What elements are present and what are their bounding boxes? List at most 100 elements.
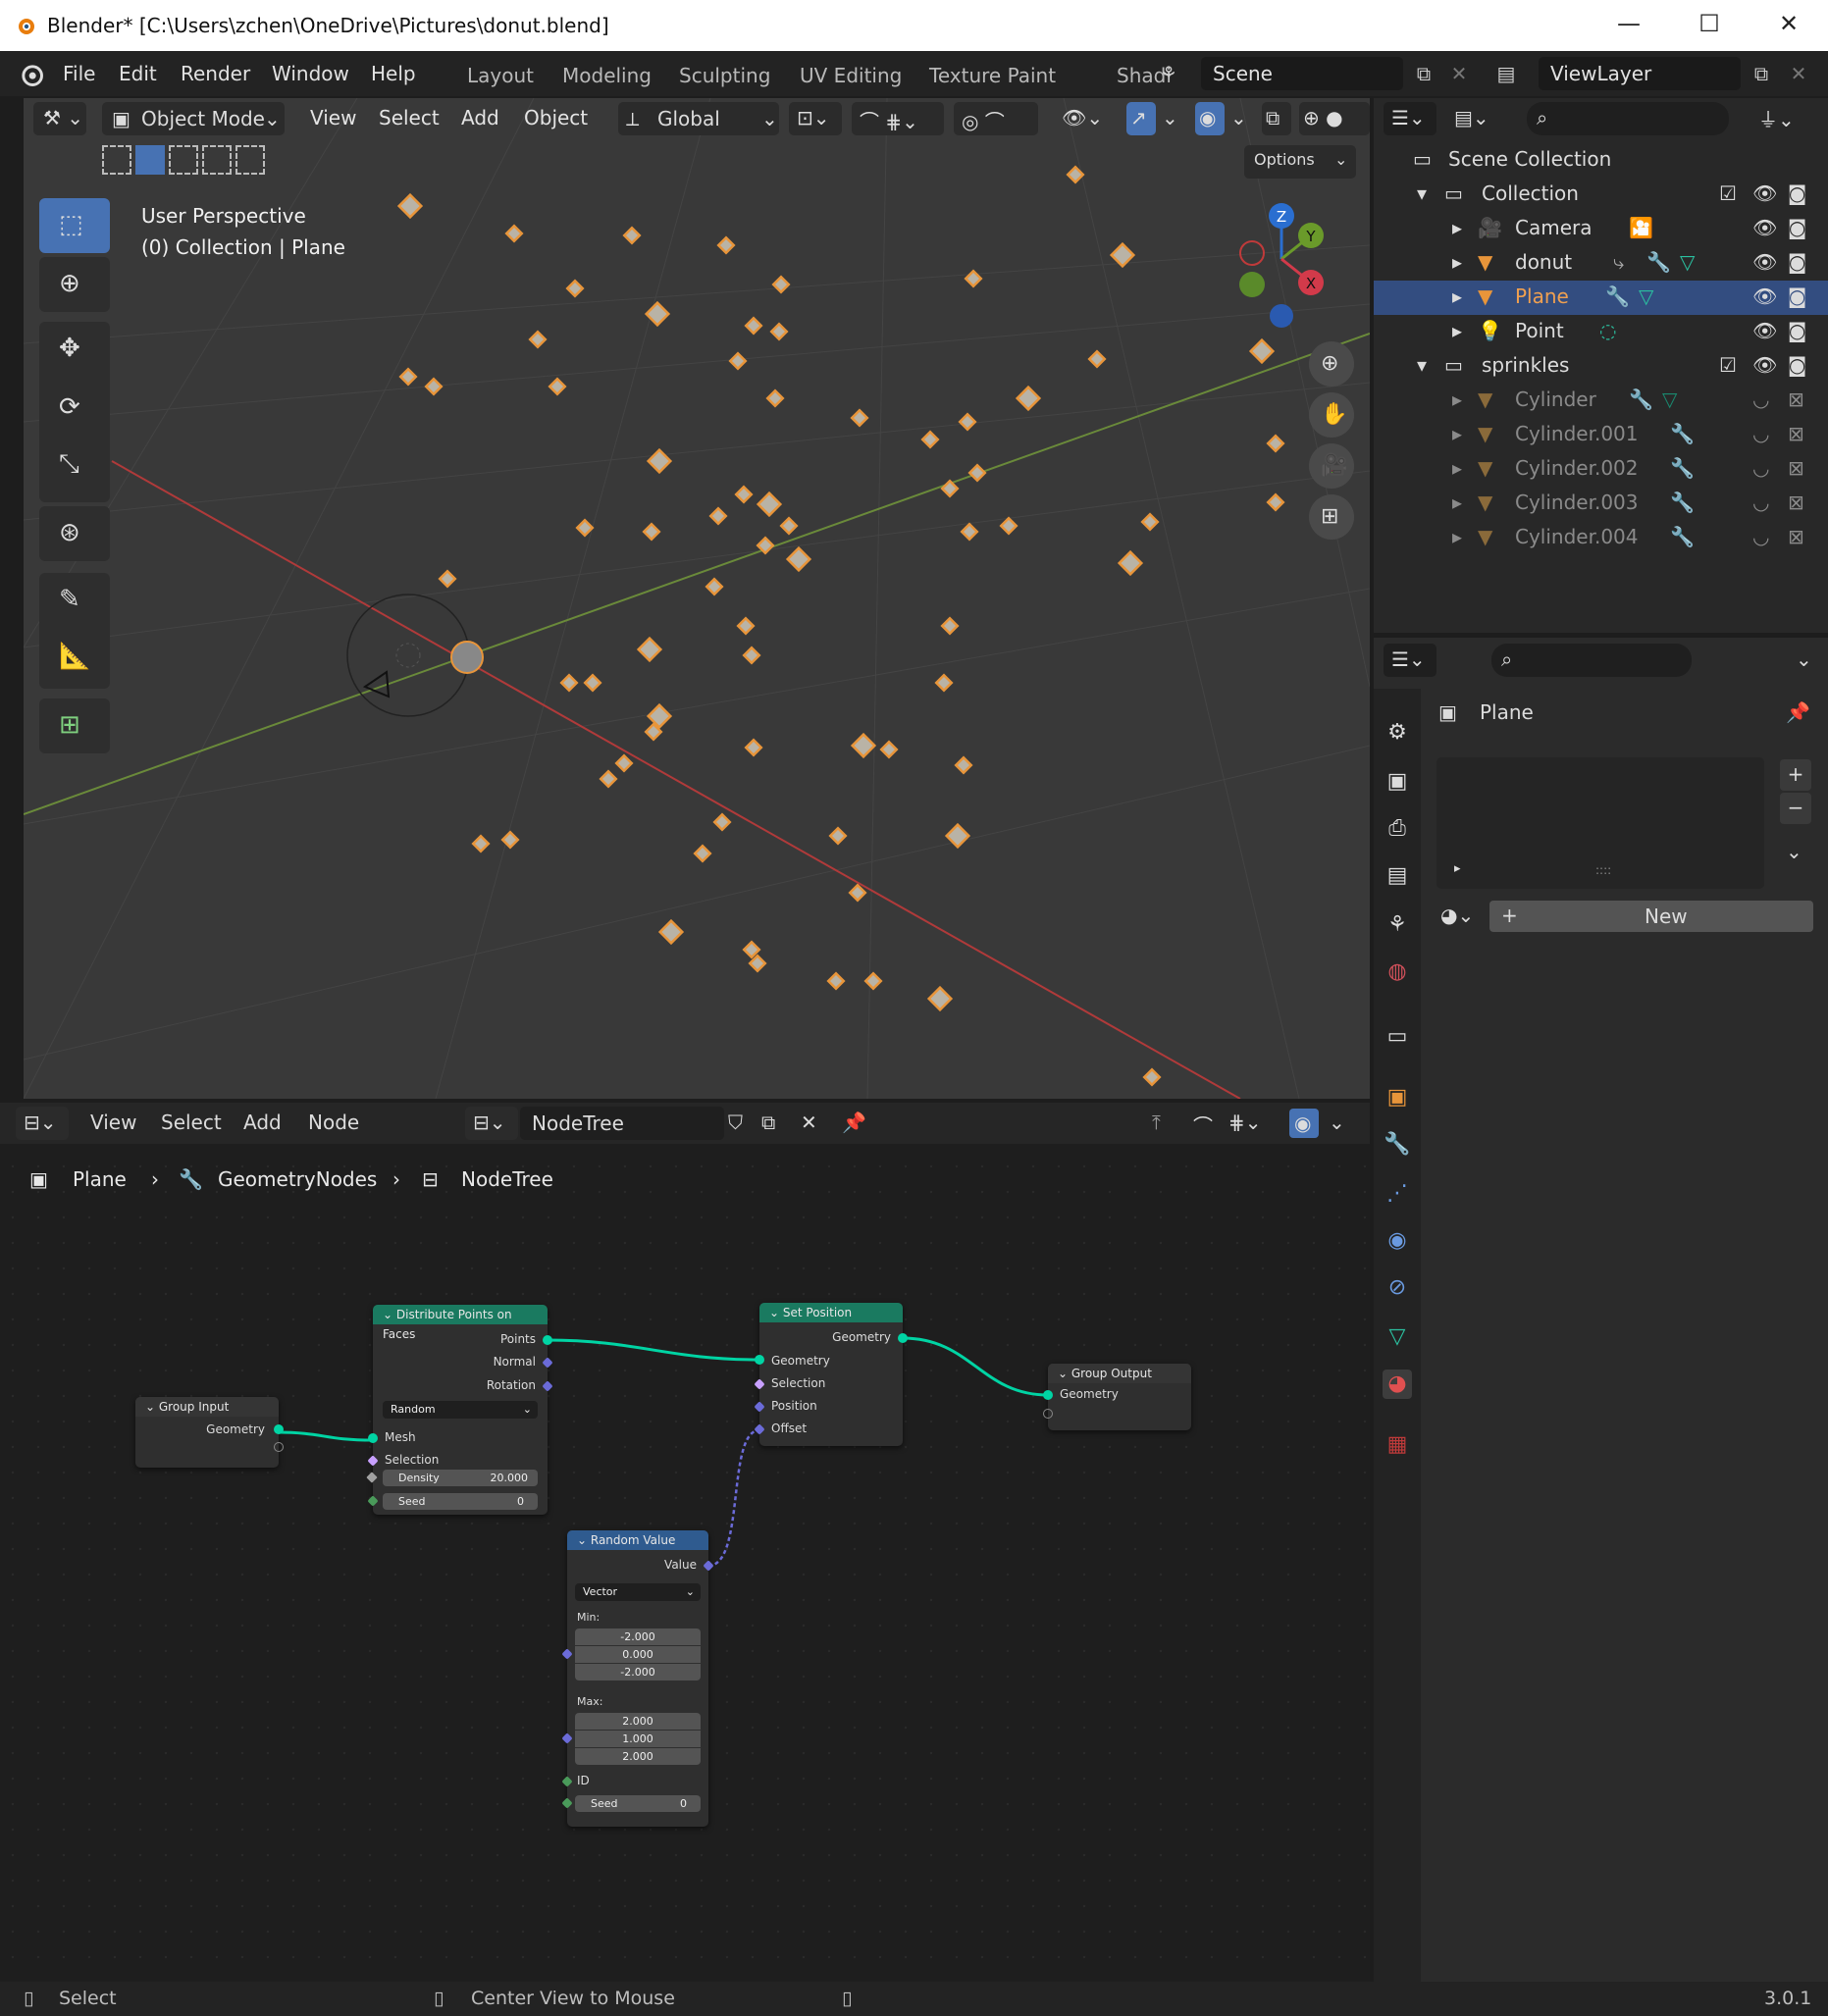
output-tab-icon[interactable]: ⎙ <box>1383 814 1412 844</box>
node-distribute-points[interactable]: ⌄ Distribute Points on Faces Points Norm… <box>366 1305 553 1515</box>
viewport-menu-select[interactable]: Select <box>379 106 440 129</box>
outliner-row-collection[interactable]: ▾ ▭ Collection ☑ 👁 ◙ <box>1374 178 1828 212</box>
tab-layout[interactable]: Layout <box>467 64 534 87</box>
gizmo-toggle-button[interactable]: ↗ <box>1126 102 1156 135</box>
texture-tab-icon[interactable]: ▦ <box>1383 1430 1412 1460</box>
outliner-row-cylinder-003[interactable]: ▸ ▼ Cylinder.003 🔧 ◡ ⊠ <box>1374 487 1828 521</box>
outliner-editor-type[interactable]: ☰⌄ <box>1384 102 1436 135</box>
options-dropdown[interactable]: Options ⌄ <box>1244 145 1356 179</box>
expand-icon[interactable]: ▸ <box>1452 388 1462 411</box>
perspective-toggle-icon[interactable]: ⊞ <box>1309 494 1354 540</box>
delete-view-layer-icon[interactable]: ✕ <box>1784 59 1813 88</box>
outliner-row-cylinder-001[interactable]: ▸ ▼ Cylinder.001 🔧 ◡ ⊠ <box>1374 418 1828 452</box>
expand-icon[interactable]: ▸ <box>1452 319 1462 342</box>
min-y-field[interactable]: 0.000 <box>575 1646 701 1663</box>
rotate-tool-icon[interactable]: ⟳ <box>59 392 80 422</box>
menu-file[interactable]: File <box>63 62 95 85</box>
snap-button[interactable]: ⌒ ⋕⌄ <box>852 102 944 135</box>
render-disabled-icon[interactable]: ⊠ <box>1788 388 1804 411</box>
node-group-output[interactable]: ⌄ Group Output Geometry <box>1043 1364 1191 1430</box>
new-scene-icon[interactable]: ⧉ <box>1409 59 1438 88</box>
random-seed-field[interactable]: Seed 0 <box>575 1795 701 1812</box>
gizmo-dropdown-icon[interactable]: ⌄ <box>1162 106 1178 129</box>
hidden-eye-icon[interactable]: ◡ <box>1752 525 1769 548</box>
min-z-field[interactable]: -2.000 <box>575 1664 701 1680</box>
object-tab-icon[interactable]: ▣ <box>1383 1083 1412 1112</box>
input-socket-geometry[interactable] <box>755 1355 764 1365</box>
render-tab-icon[interactable]: ▣ <box>1383 767 1412 797</box>
constraints-tab-icon[interactable]: ⊘ <box>1383 1273 1412 1303</box>
exclude-checkbox[interactable]: ☑ <box>1719 181 1737 205</box>
outliner-row-cylinder-002[interactable]: ▸ ▼ Cylinder.002 🔧 ◡ ⊠ <box>1374 452 1828 487</box>
menu-window[interactable]: Window <box>272 62 349 85</box>
input-socket-geometry[interactable] <box>1043 1390 1053 1400</box>
proportional-edit-button[interactable]: ◎ ⌒ <box>954 102 1038 135</box>
material-slot-list[interactable]: ▸ :::: <box>1436 757 1764 889</box>
blender-menu-icon[interactable] <box>18 61 45 88</box>
expand-icon[interactable]: ▸ <box>1454 861 1461 876</box>
scale-tool-icon[interactable]: ⤡ <box>59 449 79 480</box>
outliner-row-sprinkles[interactable]: ▾ ▭ sprinkles ☑ 👁 ◙ <box>1374 349 1828 384</box>
tool-tab-icon[interactable]: ⚙ <box>1383 718 1412 748</box>
node-random-value[interactable]: ⌄ Random Value Value Vector ⌄ Min: -2.000… <box>561 1530 714 1827</box>
transform-tool[interactable]: ⊛ <box>39 506 110 561</box>
max-y-field[interactable]: 1.000 <box>575 1731 701 1747</box>
expand-icon[interactable]: ▾ <box>1417 353 1427 377</box>
distribute-mode-dropdown[interactable]: Random ⌄ <box>383 1401 538 1419</box>
3d-viewport[interactable]: ⚒ ⌄ ▣ Object Mode ⌄ View Select Add Object… <box>24 98 1370 1099</box>
render-camera-icon[interactable]: ◙ <box>1788 216 1806 239</box>
editor-type-button[interactable]: ⚒ ⌄ <box>33 102 86 135</box>
modifier-tab-icon[interactable]: 🔧 <box>1383 1130 1412 1160</box>
output-socket-empty[interactable] <box>274 1442 284 1452</box>
outliner-search-input[interactable]: ⌕ <box>1527 102 1729 135</box>
add-slot-button[interactable]: + <box>1780 759 1811 791</box>
density-field[interactable]: Density 20.000 <box>383 1470 538 1486</box>
menu-edit[interactable]: Edit <box>119 62 157 85</box>
collection-tab-icon[interactable]: ▭ <box>1383 1022 1412 1052</box>
move-tool-icon[interactable]: ✥ <box>59 334 80 363</box>
menu-help[interactable]: Help <box>371 62 416 85</box>
select-mode-buttons[interactable] <box>102 145 290 179</box>
outliner-row-scene-collection[interactable]: ▭ Scene Collection <box>1374 143 1828 178</box>
expand-icon[interactable]: ▾ <box>1417 181 1427 205</box>
overlay-dropdown-icon[interactable]: ⌄ <box>1230 106 1247 129</box>
viewport-menu-view[interactable]: View <box>310 106 356 129</box>
geometry-node-editor[interactable]: ⊟⌄ View Select Add Node ⊟⌄ NodeTree ⛉ ⧉ … <box>0 1103 1370 1982</box>
min-x-field[interactable]: -2.000 <box>575 1628 701 1645</box>
close-icon[interactable]: ✕ <box>1774 10 1803 37</box>
delete-scene-icon[interactable]: ✕ <box>1444 59 1474 88</box>
exclude-checkbox[interactable]: ☑ <box>1719 353 1737 377</box>
scene-tab-icon[interactable]: ⚘ <box>1383 910 1412 940</box>
properties-options-icon[interactable]: ⌄ <box>1796 647 1812 671</box>
outliner-row-camera[interactable]: ▸ 🎥 Camera 🎦 👁 ◙ <box>1374 212 1828 246</box>
new-material-button[interactable]: + New <box>1489 901 1813 932</box>
view-layer-tab-icon[interactable]: ▤ <box>1383 861 1412 891</box>
max-z-field[interactable]: 2.000 <box>575 1748 701 1765</box>
menu-render[interactable]: Render <box>181 62 250 85</box>
data-type-dropdown[interactable]: Vector ⌄ <box>575 1583 701 1601</box>
expand-icon[interactable]: ▸ <box>1452 422 1462 445</box>
measure-tool-icon[interactable]: 📐 <box>59 642 90 671</box>
add-cube-tool[interactable]: ⊞ <box>39 698 110 753</box>
outliner-row-donut[interactable]: ▸ ▼ donut ⤷ 🔧 ▽ 👁 ◙ <box>1374 246 1828 281</box>
object-mode-dropdown[interactable]: ▣ Object Mode ⌄ <box>102 102 285 135</box>
visibility-button[interactable]: 👁⌄ <box>1058 102 1107 135</box>
display-mode-button[interactable]: ▤⌄ <box>1446 102 1499 135</box>
input-socket-empty[interactable] <box>1043 1409 1053 1419</box>
output-socket-geometry[interactable] <box>274 1424 284 1434</box>
render-camera-icon[interactable]: ◙ <box>1788 353 1806 377</box>
visibility-eye-icon[interactable]: 👁 <box>1752 216 1777 239</box>
tab-sculpting[interactable]: Sculpting <box>679 64 770 87</box>
hidden-eye-icon[interactable]: ◡ <box>1752 491 1769 514</box>
max-x-field[interactable]: 2.000 <box>575 1713 701 1730</box>
visibility-eye-icon[interactable]: 👁 <box>1752 284 1777 308</box>
outliner-row-point[interactable]: ▸ 💡 Point ◌ 👁 ◙ <box>1374 315 1828 349</box>
zoom-icon[interactable]: ⊕ <box>1309 341 1354 387</box>
slot-specials-icon[interactable]: ⌄ <box>1786 840 1802 863</box>
select-intersect-icon[interactable] <box>235 145 265 175</box>
view-layer-field[interactable]: ViewLayer <box>1539 57 1741 90</box>
expand-icon[interactable]: ▸ <box>1452 525 1462 548</box>
viewport-menu-add[interactable]: Add <box>461 106 499 129</box>
render-disabled-icon[interactable]: ⊠ <box>1788 491 1804 514</box>
output-socket-geometry[interactable] <box>898 1333 908 1343</box>
